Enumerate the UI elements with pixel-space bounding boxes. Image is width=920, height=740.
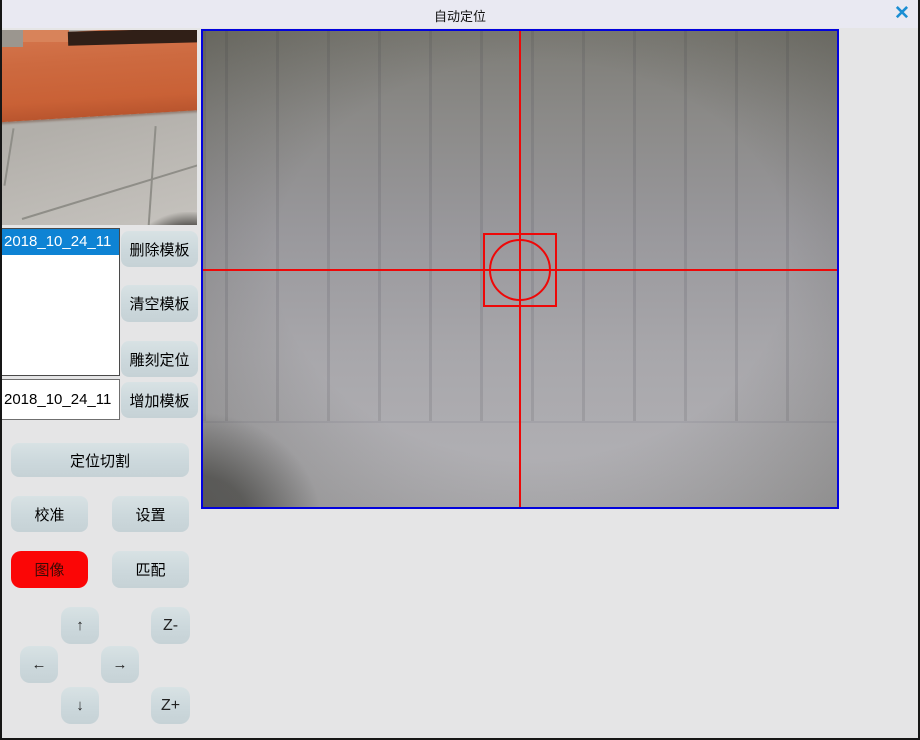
roi-circle: [489, 239, 551, 301]
z-plus-button[interactable]: Z+: [151, 687, 190, 724]
match-button[interactable]: 匹配: [112, 551, 189, 588]
add-template-button[interactable]: 增加模板: [121, 382, 198, 418]
image-button[interactable]: 图像: [11, 551, 88, 588]
z-minus-button[interactable]: Z-: [151, 607, 190, 644]
preview-dark-blob: [130, 212, 197, 225]
camera-image: [203, 31, 837, 507]
camera-corner-shadow: [203, 411, 323, 507]
position-cut-button[interactable]: 定位切割: [11, 443, 189, 477]
preview-tile-line: [3, 128, 14, 186]
camera-view[interactable]: [201, 29, 839, 509]
preview-orange-patch: [23, 30, 69, 42]
arrow-up-icon: ↑: [76, 617, 84, 634]
settings-button[interactable]: 设置: [112, 496, 189, 532]
template-list[interactable]: 2018_10_24_11: [1, 228, 120, 376]
title-bar: 自动定位 ✕: [0, 0, 920, 28]
engrave-position-button[interactable]: 雕刻定位: [121, 341, 198, 377]
arrow-down-icon: ↓: [76, 697, 84, 714]
window-title: 自动定位: [0, 6, 920, 25]
template-list-item[interactable]: 2018_10_24_11: [2, 229, 119, 255]
delete-template-button[interactable]: 删除模板: [121, 231, 198, 267]
arrow-right-icon: →: [113, 656, 128, 673]
jog-right-button[interactable]: →: [101, 646, 139, 683]
calibrate-button[interactable]: 校准: [11, 496, 88, 532]
jog-left-button[interactable]: ←: [20, 646, 58, 683]
close-icon: ✕: [894, 3, 910, 24]
template-name-input[interactable]: [1, 379, 120, 420]
jog-down-button[interactable]: ↓: [61, 687, 99, 724]
arrow-left-icon: ←: [32, 656, 47, 673]
preview-gray-block: [2, 30, 23, 47]
preview-tile-line: [147, 126, 156, 225]
close-button[interactable]: ✕: [890, 2, 914, 26]
jog-up-button[interactable]: ↑: [61, 607, 99, 644]
clear-templates-button[interactable]: 清空模板: [121, 285, 198, 322]
template-preview-image: [2, 30, 197, 225]
auto-position-window: 自动定位 ✕ 2018_10_24_11 删除模板 清空模板 雕刻定位 增加模板…: [0, 0, 920, 740]
